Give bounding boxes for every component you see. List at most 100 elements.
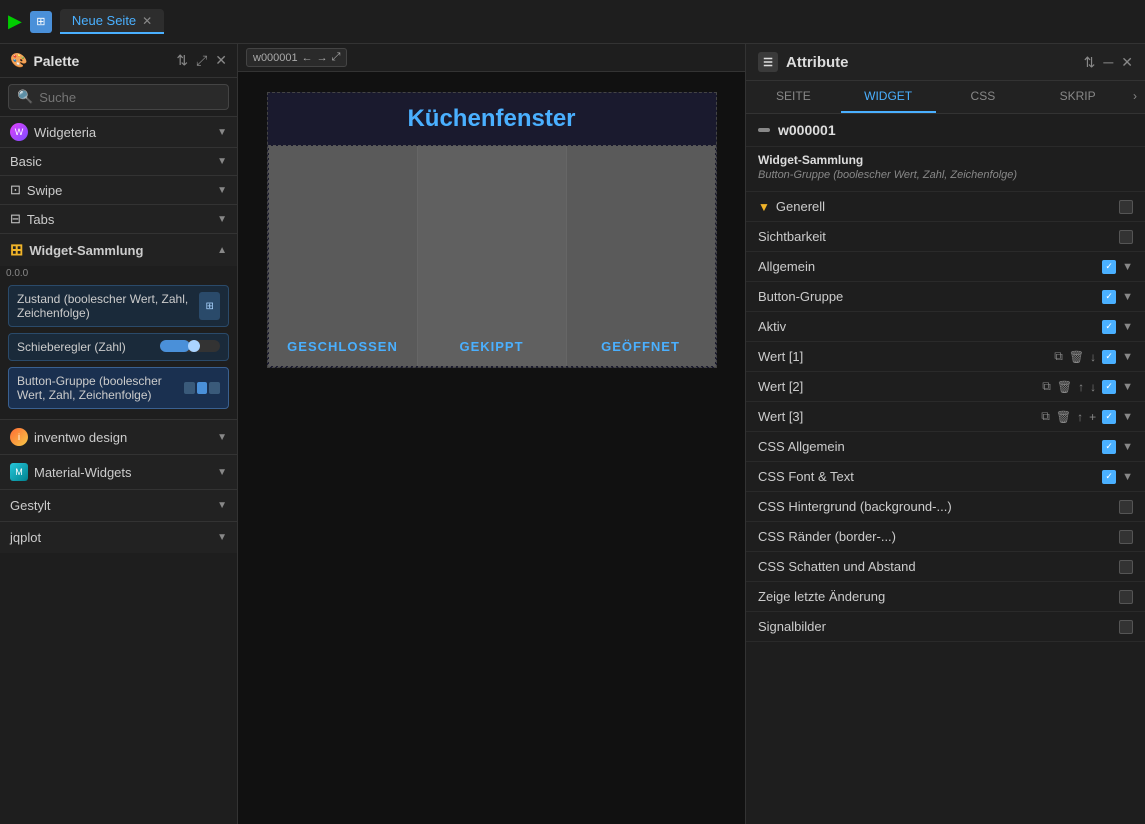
sidebar-item-tabs[interactable]: ⊟ Tabs ▼ [0, 204, 237, 233]
attr-allgemein[interactable]: Allgemein ▼ [746, 252, 1145, 282]
attr-wert-3[interactable]: Wert [3] ⧉ 🗑 ↑ + ▼ [746, 402, 1145, 432]
sidebar-item-basic[interactable]: Basic ▼ [0, 147, 237, 175]
widget-item-schieberegler[interactable]: Schieberegler (Zahl) [8, 333, 229, 361]
close-icon[interactable]: ✕ [215, 52, 227, 69]
sidebar-item-inventwo[interactable]: i inventwo design ▼ [0, 419, 237, 454]
seg-3 [209, 382, 220, 394]
tab-widget[interactable]: WIDGET [841, 81, 936, 113]
widget-item-button-gruppe[interactable]: Button-Gruppe (boolescher Wert, Zahl, Ze… [8, 367, 229, 409]
btn-option-geschlossen[interactable]: GESCHLOSSEN [269, 146, 418, 366]
button-group-widget[interactable]: GESCHLOSSEN GEKIPPT GEÖFFNET [268, 145, 716, 367]
sidebar-item-widget-sammlung[interactable]: ⊞ Widget-Sammlung ▲ [0, 233, 237, 266]
sidebar-item-widgeteria[interactable]: W Widgeteria ▼ [0, 116, 237, 147]
zustand-label: Zustand (boolescher Wert, Zahl, Zeichenf… [17, 292, 199, 320]
tab-css[interactable]: CSS [936, 81, 1031, 113]
delete-icon[interactable]: 🗑 [1069, 350, 1084, 364]
attr-wert-2[interactable]: Wert [2] ⧉ 🗑 ↑ ↓ ▼ [746, 372, 1145, 402]
aktiv-checkbox[interactable] [1102, 320, 1116, 334]
wert-1-checkbox[interactable] [1102, 350, 1116, 364]
attr-css-allgemein-label: CSS Allgemein [758, 439, 845, 454]
panel-arrows-icon[interactable]: ⇅ [1084, 54, 1096, 71]
css-schatten-checkbox[interactable] [1119, 560, 1133, 574]
add-icon[interactable]: + [1089, 410, 1096, 424]
arrow-down-icon[interactable]: ↓ [1090, 380, 1096, 394]
attr-aktiv-label: Aktiv [758, 319, 786, 334]
page-tab[interactable]: Neue Seite ✕ [60, 9, 164, 34]
css-hintergrund-checkbox[interactable] [1119, 500, 1133, 514]
delete-icon[interactable]: 🗑 [1057, 380, 1072, 394]
css-raender-checkbox[interactable] [1119, 530, 1133, 544]
basic-label: Basic [10, 154, 42, 169]
btn-geschlossen-label: GESCHLOSSEN [287, 339, 398, 354]
attr-css-raender[interactable]: CSS Ränder (border-...) [746, 522, 1145, 552]
version-tag: 0.0.0 [0, 266, 237, 281]
attr-css-allgemein[interactable]: CSS Allgemein ▼ [746, 432, 1145, 462]
copy-icon[interactable]: ⧉ [1042, 379, 1051, 394]
arrow-right-icon: → [317, 52, 328, 64]
sichtbarkeit-checkbox[interactable] [1119, 230, 1133, 244]
seg-1 [184, 382, 195, 394]
widget-grid-icon: ⊞ [10, 240, 23, 260]
play-button[interactable]: ▶ [8, 11, 22, 32]
sidebar-item-material[interactable]: M Material-Widgets ▼ [0, 454, 237, 489]
chevron-down-icon: ▼ [217, 214, 227, 225]
panel-header: ☰ Attribute ⇅ ─ ✕ [746, 44, 1145, 81]
btn-option-gekippt[interactable]: GEKIPPT [418, 146, 567, 366]
signalbilder-checkbox[interactable] [1119, 620, 1133, 634]
css-allgemein-checkbox[interactable] [1102, 440, 1116, 454]
wert-2-checkbox[interactable] [1102, 380, 1116, 394]
attr-signalbilder[interactable]: Signalbilder [746, 612, 1145, 642]
button-gruppe-checkbox[interactable] [1102, 290, 1116, 304]
widget-desc-title: Widget-Sammlung [758, 153, 1133, 167]
attr-sichtbarkeit[interactable]: Sichtbarkeit [746, 222, 1145, 252]
attr-button-gruppe[interactable]: Button-Gruppe ▼ [746, 282, 1145, 312]
allgemein-checkbox[interactable] [1102, 260, 1116, 274]
attr-wert-2-label: Wert [2] [758, 379, 803, 394]
attr-wert-1[interactable]: Wert [1] ⧉ 🗑 ↓ ▼ [746, 342, 1145, 372]
delete-icon[interactable]: 🗑 [1056, 410, 1071, 424]
zeige-aenderung-checkbox[interactable] [1119, 590, 1133, 604]
gestylt-label: Gestylt [10, 498, 50, 513]
chevron-down-icon: ▼ [1122, 291, 1133, 303]
chevron-up-down-icon[interactable]: ⇅ [176, 52, 188, 69]
attr-css-schatten[interactable]: CSS Schatten und Abstand [746, 552, 1145, 582]
tab-skrip[interactable]: SKRIP [1030, 81, 1125, 113]
tab-close-icon[interactable]: ✕ [142, 14, 152, 28]
generell-checkbox[interactable] [1119, 200, 1133, 214]
page-frame[interactable]: Küchenfenster GESCHLOSSEN GEKIPPT GEÖFFN… [267, 92, 717, 368]
copy-icon[interactable]: ⧉ [1041, 409, 1050, 424]
panel-minimize-icon[interactable]: ─ [1103, 54, 1113, 71]
arrow-up-icon[interactable]: ↑ [1078, 380, 1084, 394]
arrow-down-icon[interactable]: ↓ [1090, 350, 1096, 364]
attr-zeige-aenderung[interactable]: Zeige letzte Änderung [746, 582, 1145, 612]
tab-seite[interactable]: SEITE [746, 81, 841, 113]
btn-gekippt-label: GEKIPPT [459, 339, 523, 354]
attr-generell[interactable]: ▼ Generell [746, 192, 1145, 222]
widget-item-zustand[interactable]: Zustand (boolescher Wert, Zahl, Zeichenf… [8, 285, 229, 327]
css-font-checkbox[interactable] [1102, 470, 1116, 484]
attr-wert-3-label: Wert [3] [758, 409, 803, 424]
widgeteria-icon: W [10, 123, 28, 141]
schieberegler-label: Schieberegler (Zahl) [17, 340, 126, 354]
attr-css-font-label: CSS Font & Text [758, 469, 854, 484]
wert-3-checkbox[interactable] [1102, 410, 1116, 424]
search-input[interactable] [39, 90, 220, 105]
chevron-down-icon: ▼ [1122, 381, 1133, 393]
panel-close-icon[interactable]: ✕ [1121, 54, 1133, 71]
attr-aktiv[interactable]: Aktiv ▼ [746, 312, 1145, 342]
sidebar-item-swipe[interactable]: ⊡ Swipe ▼ [0, 175, 237, 204]
chevron-down-icon: ▼ [1122, 351, 1133, 363]
arrow-up-icon[interactable]: ↑ [1077, 410, 1083, 424]
sidebar-item-gestylt[interactable]: Gestylt ▼ [0, 489, 237, 521]
expand-icon[interactable]: ⤢ [196, 52, 207, 69]
chevron-down-icon: ▼ [217, 185, 227, 196]
widget-id-display: w000001 [778, 122, 836, 138]
chevron-down-icon: ▼ [217, 467, 227, 478]
tab-arrow-right[interactable]: › [1125, 81, 1145, 113]
attr-css-hintergrund[interactable]: CSS Hintergrund (background-...) [746, 492, 1145, 522]
attr-css-font[interactable]: CSS Font & Text ▼ [746, 462, 1145, 492]
search-box[interactable]: 🔍 [8, 84, 229, 110]
sidebar-item-jqplot[interactable]: jqplot ▼ [0, 521, 237, 553]
copy-icon[interactable]: ⧉ [1054, 349, 1063, 364]
btn-option-geoeffnet[interactable]: GEÖFFNET [567, 146, 715, 366]
